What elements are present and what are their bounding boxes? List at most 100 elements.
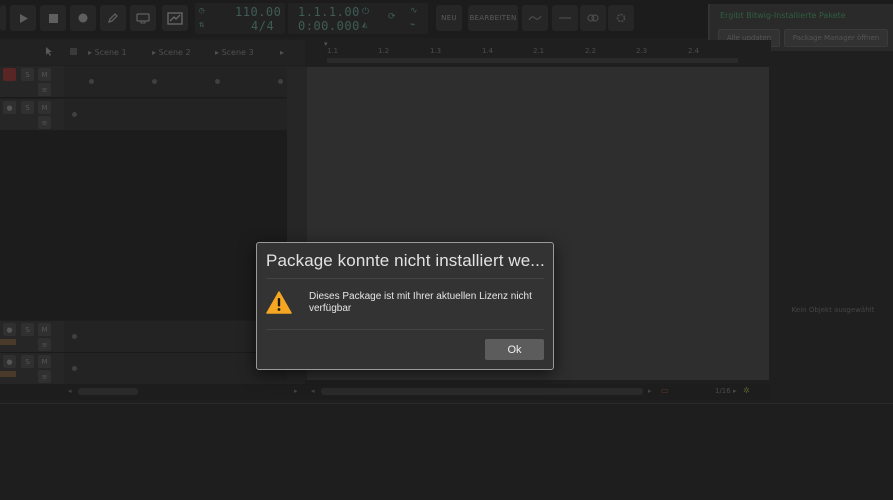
ruler-mark: 1.4: [482, 47, 494, 55]
ruler-mark: 2.3: [636, 47, 648, 55]
scroll-thumb[interactable]: [78, 388, 138, 395]
line-icon: [559, 17, 571, 19]
launcher-overdub-button[interactable]: [162, 5, 188, 31]
solo-button[interactable]: S: [21, 323, 34, 336]
mute-button[interactable]: M: [38, 323, 51, 336]
scene-2-label: Scene 2: [158, 48, 191, 57]
scroll-left-icon[interactable]: ◂: [68, 387, 72, 395]
arrangement-scroll-thumb[interactable]: [321, 388, 643, 395]
launcher-scrollbar[interactable]: ◂ ▸: [0, 384, 305, 400]
track-menu-icon[interactable]: ≡: [38, 83, 51, 96]
stop-all-icon[interactable]: [70, 48, 77, 55]
meter-icon: ⇅: [199, 20, 205, 30]
new-button[interactable]: NEU: [436, 5, 462, 31]
ok-button[interactable]: Ok: [485, 339, 544, 360]
track-controls: ● S M ≡: [0, 353, 64, 384]
ruler-mark: 2.1: [533, 47, 545, 55]
mute-button[interactable]: M: [38, 101, 51, 114]
track-controls: ● S M ≡: [0, 321, 64, 352]
clip-slot[interactable]: [152, 79, 157, 84]
record-button[interactable]: [70, 5, 96, 31]
timeline-ruler[interactable]: ▾ 1.1 1.2 1.3 1.4 2.1 2.2 2.3 2.4: [305, 40, 771, 67]
settings-tool-button[interactable]: [608, 5, 634, 31]
position-value[interactable]: 1.1.1.00: [298, 5, 360, 19]
dialog-title: Package konnte nicht installiert we...: [266, 251, 545, 270]
track-row: S M ≡: [0, 66, 305, 98]
overdub-button[interactable]: [130, 5, 156, 31]
position-display[interactable]: 1.1.1.00 0:00.000 ⏻ ◭ ⟳ ∿ ⌁: [288, 3, 428, 34]
link-icon: [587, 14, 599, 22]
clip-slot[interactable]: [278, 79, 283, 84]
track-menu-icon[interactable]: ≡: [38, 116, 51, 129]
time-signature-value[interactable]: 4/4: [251, 19, 274, 33]
dialog-divider: [266, 329, 544, 330]
record-arm-button[interactable]: [3, 68, 16, 81]
volume-meter[interactable]: [0, 371, 16, 377]
pencil-icon: [107, 13, 118, 24]
groove-icon[interactable]: ⌁: [410, 20, 415, 30]
ruler-mark: 1.3: [430, 47, 442, 55]
solo-button[interactable]: S: [21, 68, 34, 81]
open-package-manager-button[interactable]: Package Manager öffnen: [784, 29, 888, 47]
line-tool-button[interactable]: [552, 5, 578, 31]
graph-icon: [167, 11, 183, 25]
edit-mode-button[interactable]: BEARBEITEN: [468, 5, 518, 31]
track-controls: ● S M ≡: [0, 99, 64, 130]
ruler-mark: 2.4: [688, 47, 700, 55]
track-menu-icon[interactable]: ≡: [38, 338, 51, 351]
no-object-selected-label: Kein Objekt ausgewählt: [791, 306, 875, 314]
scroll-right-icon[interactable]: ▸: [648, 387, 652, 395]
record-arm-button[interactable]: ●: [3, 355, 16, 368]
loop-range-bar[interactable]: [327, 58, 738, 63]
clip-icon[interactable]: ▭: [661, 386, 669, 395]
track-menu-icon[interactable]: ≡: [38, 370, 51, 383]
link-tool-button[interactable]: [580, 5, 606, 31]
loop-icon[interactable]: ⟳: [388, 12, 396, 22]
tempo-display[interactable]: ◷ ⇅ 110.00 4/4: [195, 3, 285, 34]
solo-button[interactable]: S: [21, 101, 34, 114]
automation-curve-icon[interactable]: ∿: [410, 6, 418, 16]
stop-button[interactable]: [40, 5, 66, 31]
tempo-value[interactable]: 110.00: [235, 5, 281, 19]
wave-icon: [528, 15, 542, 21]
clip-slot[interactable]: [215, 79, 220, 84]
record-arm-button[interactable]: ●: [3, 323, 16, 336]
clip-slot[interactable]: [72, 334, 77, 339]
volume-meter[interactable]: [0, 339, 16, 345]
scene-3-header[interactable]: ▸ Scene 3: [215, 48, 254, 57]
pointer-tool-icon[interactable]: [45, 46, 54, 57]
mute-button[interactable]: M: [38, 355, 51, 368]
scene-1-header[interactable]: ▸ Scene 1: [88, 48, 127, 57]
automation-write-button[interactable]: [100, 5, 126, 31]
clip-slot[interactable]: [72, 366, 77, 371]
metronome-icon[interactable]: ⏻: [362, 7, 369, 17]
scene-1-label: Scene 1: [94, 48, 127, 57]
dialog-message: Dieses Package ist mit Ihrer aktuellen L…: [309, 291, 532, 314]
scene-2-header[interactable]: ▸ Scene 2: [152, 48, 191, 57]
record-arm-button[interactable]: ●: [3, 101, 16, 114]
notification-title: Ergibt Bitwig-Installierte Pakete: [720, 11, 846, 20]
ruler-mark: 1.1: [327, 47, 339, 55]
scroll-left-icon[interactable]: ◂: [311, 387, 315, 395]
track-controls: S M ≡: [0, 66, 64, 97]
clip-slot[interactable]: [89, 79, 94, 84]
gear-icon: [616, 13, 626, 23]
inspector-panel: Kein Objekt ausgewählt: [773, 52, 893, 400]
arrangement-footer: ◂ ▸ ▭ 1/16 ▸ ✲: [305, 384, 771, 400]
stop-icon: [48, 13, 58, 23]
clip-slot[interactable]: [72, 112, 77, 117]
solo-button[interactable]: S: [21, 355, 34, 368]
scroll-right-icon[interactable]: ▸: [294, 387, 298, 395]
rewind-button[interactable]: [0, 5, 6, 31]
grid-resolution[interactable]: 1/16 ▸: [715, 387, 736, 395]
scene-3-label: Scene 3: [221, 48, 254, 57]
time-value[interactable]: 0:00.000: [298, 19, 360, 33]
ruler-mark: 2.2: [585, 47, 597, 55]
scene-4-header[interactable]: ▸: [280, 48, 284, 57]
mute-button[interactable]: M: [38, 68, 51, 81]
punch-icon[interactable]: ◭: [362, 20, 367, 30]
wave-tool-button[interactable]: [522, 5, 548, 31]
play-icon: [19, 13, 28, 23]
snap-icon[interactable]: ✲: [743, 386, 750, 395]
play-button[interactable]: [10, 5, 36, 31]
